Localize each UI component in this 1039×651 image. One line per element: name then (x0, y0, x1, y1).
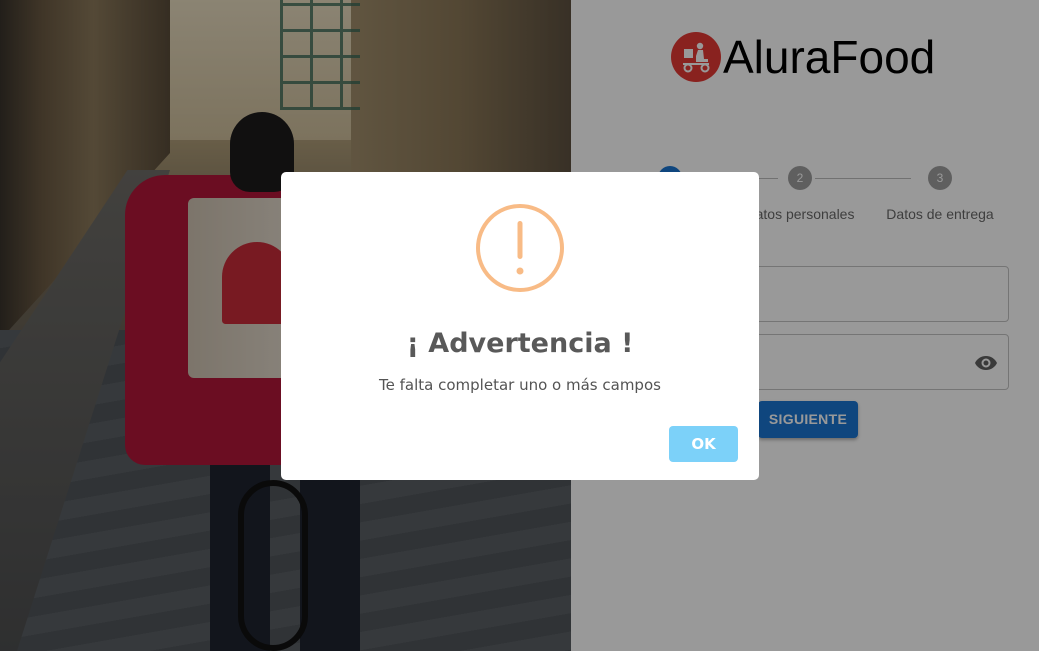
ok-button[interactable]: OK (669, 426, 738, 462)
dialog-message: Te falta completar uno o más campos (379, 376, 661, 394)
dialog-title: ¡ Advertencia ! (406, 328, 634, 359)
warning-icon (476, 204, 564, 292)
warning-dialog: ¡ Advertencia ! Te falta completar uno o… (281, 172, 759, 480)
